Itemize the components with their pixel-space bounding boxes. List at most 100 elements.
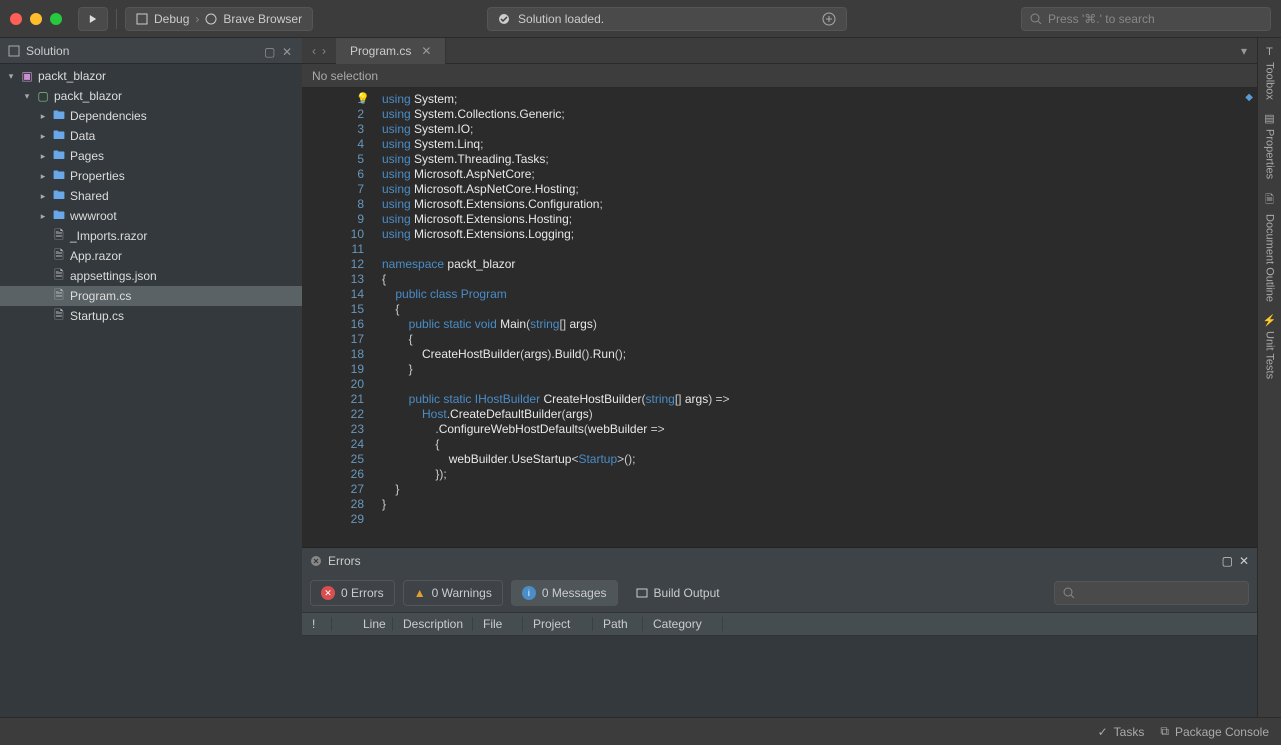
- run-button[interactable]: [78, 7, 108, 31]
- target-label: Brave Browser: [223, 12, 302, 26]
- lightbulb-icon[interactable]: 💡: [356, 92, 370, 105]
- close-errors-icon[interactable]: ✕: [1239, 554, 1249, 568]
- rail-icon: ▤: [1264, 112, 1274, 125]
- rail-label: Document Outline: [1264, 214, 1276, 302]
- tab-strip: ‹ › Program.cs ✕ ▾: [302, 38, 1257, 64]
- tree-label: Dependencies: [70, 109, 147, 123]
- errors-count: 0 Errors: [341, 586, 384, 600]
- solution-panel-header: Solution ▢ ✕: [0, 38, 302, 64]
- right-rail: T Toolbox ▤ Properties 🗎Document Outline ⚡ Uni…: [1257, 38, 1281, 717]
- rail-icon: T: [1266, 46, 1273, 58]
- maximize-window-icon[interactable]: [50, 13, 62, 25]
- rail-unit-tests[interactable]: ⚡ Unit Tests: [1263, 314, 1277, 379]
- code-content[interactable]: using System;using System.Collections.Ge…: [372, 88, 1257, 547]
- tree-folder-data[interactable]: ▸🖿Data: [0, 126, 302, 146]
- fileico-icon: 🗎: [52, 249, 66, 263]
- errors-search[interactable]: [1054, 581, 1249, 605]
- errors-panel: Errors ▢ ✕ ✕ 0 Errors ▲ 0 Warnings i 0 M…: [302, 547, 1257, 717]
- rail-properties[interactable]: ▤ Properties: [1264, 112, 1276, 179]
- global-search[interactable]: Press '⌘.' to search: [1021, 7, 1271, 31]
- breadcrumb[interactable]: No selection: [302, 64, 1257, 88]
- undock-icon[interactable]: ▢: [264, 45, 276, 57]
- close-window-icon[interactable]: [10, 13, 22, 25]
- messages-filter-button[interactable]: i 0 Messages: [511, 580, 618, 606]
- errors-table-body: [302, 636, 1257, 717]
- warning-icon: ▲: [414, 586, 426, 600]
- top-toolbar: Debug › Brave Browser Solution loaded. P…: [0, 0, 1281, 38]
- tree-label: packt_blazor: [54, 89, 122, 103]
- tree-folder-shared[interactable]: ▸🖿Shared: [0, 186, 302, 206]
- fileico-icon: 🗎: [52, 229, 66, 243]
- tree-file-_imports-razor[interactable]: 🗎 _Imports.razor: [0, 226, 302, 246]
- errors-header: Errors ▢ ✕: [302, 548, 1257, 574]
- config-selector[interactable]: Debug › Brave Browser: [125, 7, 313, 31]
- undock-errors-icon[interactable]: ▢: [1222, 554, 1233, 568]
- tab-overflow-icon[interactable]: ▾: [1231, 44, 1257, 58]
- errors-col-path[interactable]: Path: [593, 617, 643, 631]
- folder-icon: 🖿: [52, 129, 66, 143]
- tree-label: Shared: [70, 189, 109, 203]
- statusbar: ✓ Tasks ⧉ Package Console: [0, 717, 1281, 745]
- chevron-icon: ▾: [6, 71, 16, 82]
- folder-icon: 🖿: [52, 149, 66, 163]
- target-icon: [136, 13, 148, 25]
- errors-col-project[interactable]: Project: [523, 617, 593, 631]
- warnings-count: 0 Warnings: [432, 586, 492, 600]
- tree-label: _Imports.razor: [70, 229, 147, 243]
- rail-toolbox[interactable]: T Toolbox: [1264, 46, 1276, 100]
- tree-file-appsettings-json[interactable]: 🗎appsettings.json: [0, 266, 302, 286]
- tree-label: Data: [70, 129, 95, 143]
- rail-icon: ⚡: [1263, 314, 1277, 327]
- tree-folder-wwwroot[interactable]: ▸🖿wwwroot: [0, 206, 302, 226]
- add-icon[interactable]: [822, 12, 836, 26]
- chevron-right-icon: ›: [195, 12, 199, 26]
- tab-program-cs[interactable]: Program.cs ✕: [336, 38, 446, 64]
- check-icon: ✓: [1098, 725, 1108, 739]
- build-output-label: Build Output: [654, 586, 720, 600]
- minimize-window-icon[interactable]: [30, 13, 42, 25]
- close-tab-icon[interactable]: ✕: [421, 44, 431, 58]
- build-output-button[interactable]: Build Output: [626, 580, 730, 606]
- window-controls: [10, 13, 62, 25]
- errors-filter-row: ✕ 0 Errors ▲ 0 Warnings i 0 Messages Bui…: [302, 574, 1257, 612]
- folder-icon: 🖿: [52, 109, 66, 123]
- tree-label: Program.cs: [70, 289, 131, 303]
- folder-icon: 🖿: [52, 189, 66, 203]
- package-console-button[interactable]: ⧉ Package Console: [1160, 724, 1269, 739]
- tree-folder-pages[interactable]: ▸🖿Pages: [0, 146, 302, 166]
- errors-filter-button[interactable]: ✕ 0 Errors: [310, 580, 395, 606]
- errors-col-description[interactable]: Description: [393, 617, 473, 631]
- tree-label: App.razor: [70, 249, 122, 263]
- rail-label: Unit Tests: [1264, 331, 1276, 379]
- tree-file-startup-cs[interactable]: 🗎Startup.cs: [0, 306, 302, 326]
- tab-label: Program.cs: [350, 44, 411, 58]
- status-pill[interactable]: Solution loaded.: [487, 7, 847, 31]
- rail-document-outline[interactable]: 🗎Document Outline: [1264, 191, 1276, 302]
- code-editor[interactable]: 💡 ◆ 123456789101112131415161718192021222…: [302, 88, 1257, 547]
- tree-file-program-cs[interactable]: 🗎Program.cs: [0, 286, 302, 306]
- rail-label: Properties: [1264, 129, 1276, 179]
- chevron-icon: ▸: [38, 211, 48, 222]
- errors-col-file[interactable]: File: [473, 617, 523, 631]
- tree-project[interactable]: ▾▢packt_blazor: [0, 86, 302, 106]
- solution-icon: [8, 45, 20, 57]
- solution-title: Solution: [26, 44, 69, 58]
- tree-folder-dependencies[interactable]: ▸🖿Dependencies: [0, 106, 302, 126]
- rail-label: Toolbox: [1264, 62, 1276, 100]
- errors-col-category[interactable]: Category: [643, 617, 723, 631]
- close-panel-icon[interactable]: ✕: [282, 45, 294, 57]
- tree-file-app-razor[interactable]: 🗎 App.razor: [0, 246, 302, 266]
- nav-forward-icon[interactable]: ›: [322, 44, 326, 58]
- search-icon: [1063, 587, 1075, 599]
- solution-tree[interactable]: ▾▣packt_blazor▾▢packt_blazor ▸ 🖿 Dependenci…: [0, 64, 302, 717]
- tasks-button[interactable]: ✓ Tasks: [1098, 725, 1145, 739]
- tree-solution[interactable]: ▾▣packt_blazor: [0, 66, 302, 86]
- nav-back-icon[interactable]: ‹: [312, 44, 316, 58]
- errors-col-line[interactable]: Line: [353, 617, 393, 631]
- tree-folder-properties[interactable]: ▸🖿Properties: [0, 166, 302, 186]
- tree-label: Pages: [70, 149, 104, 163]
- errors-panel-icon: [310, 555, 322, 567]
- errors-title: Errors: [328, 554, 361, 568]
- errors-col-![interactable]: !: [302, 617, 332, 631]
- warnings-filter-button[interactable]: ▲ 0 Warnings: [403, 580, 503, 606]
